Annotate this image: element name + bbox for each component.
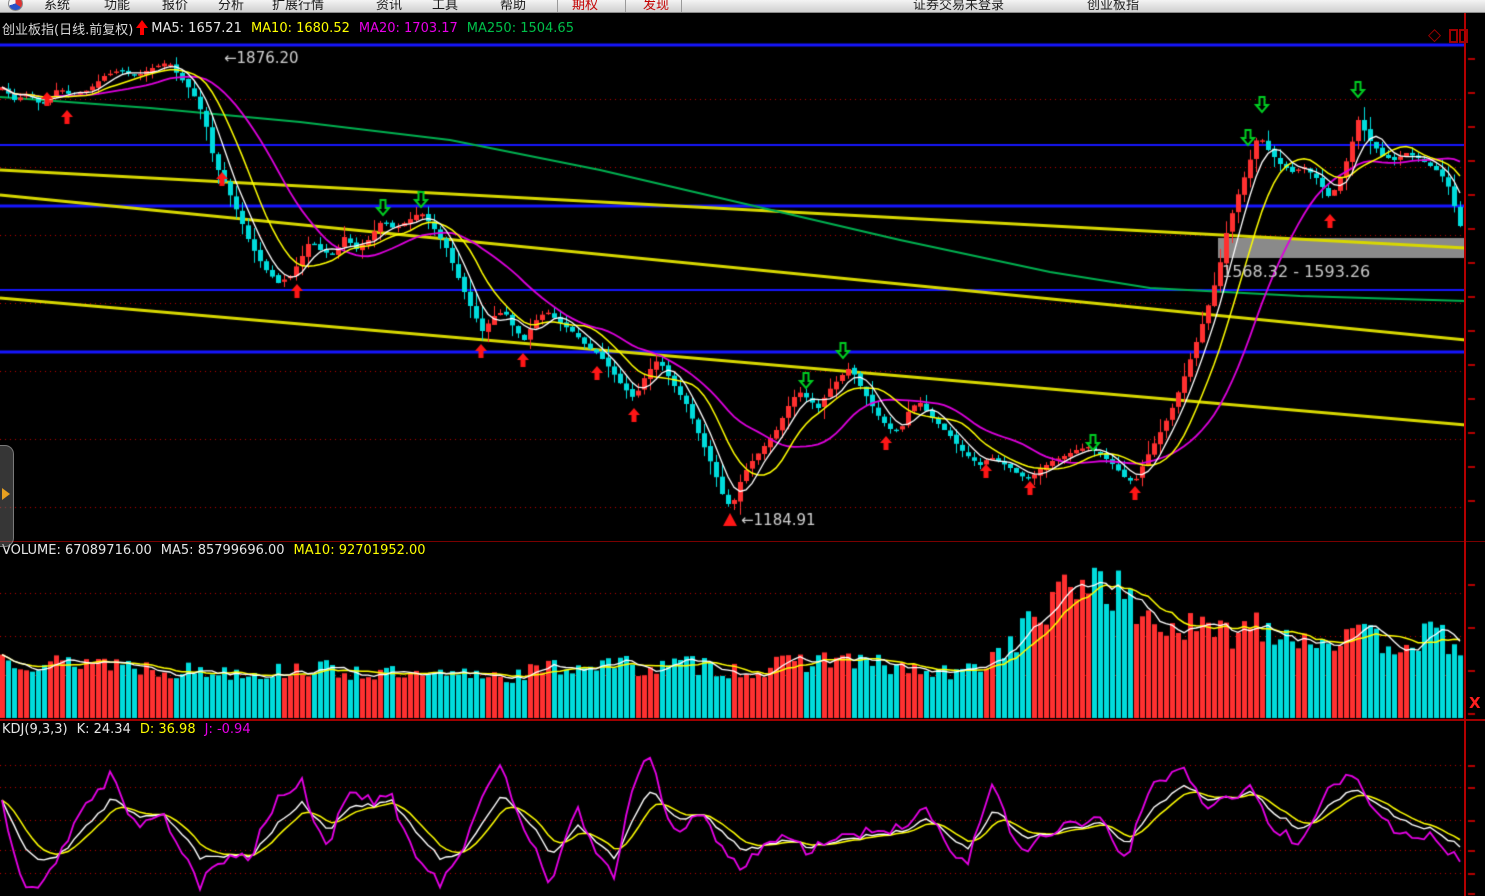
volume-panel: VOLUME: 67089716.00 MA5: 85799696.00 MA1… <box>0 541 1466 719</box>
menu-separator <box>625 0 626 13</box>
menu-item-extended-quotes[interactable]: 扩展行情 <box>272 0 324 13</box>
volume-canvas[interactable] <box>0 541 1466 719</box>
chart-corner-controls: ◇ <box>1428 27 1468 44</box>
main-chart-header: 创业板指(日线.前复权) MA5: 1657.21 MA10: 1680.52 … <box>2 18 574 38</box>
menu-item-options[interactable]: 期权 <box>572 0 598 13</box>
expand-arrow-icon <box>2 488 10 500</box>
kdj-canvas[interactable] <box>0 740 1466 896</box>
indicator-ma10: MA10: 1680.52 <box>251 21 350 36</box>
volume-ma5: MA5: 85799696.00 <box>161 543 285 558</box>
left-flyout-handle[interactable] <box>0 445 14 547</box>
menu-item-function[interactable]: 功能 <box>104 0 130 13</box>
volume-header: VOLUME: 67089716.00 MA5: 85799696.00 MA1… <box>2 543 426 558</box>
kdj-label: KDJ(9,3,3) <box>2 722 68 737</box>
menu-separator <box>681 0 682 13</box>
menu-item-help[interactable]: 帮助 <box>500 0 526 13</box>
volume-bottom-border <box>0 719 1485 721</box>
indicator-ma5: MA5: 1657.21 <box>151 21 242 36</box>
status-login-state[interactable]: 证券交易未登录 <box>913 0 1004 13</box>
menu-item-discover[interactable]: 发现 <box>643 0 669 13</box>
kdj-d-value: D: 36.98 <box>140 722 196 737</box>
volume-ma10: MA10: 92701952.00 <box>294 543 426 558</box>
chart-title: 创业板指(日线.前复权) <box>2 19 133 38</box>
menu-item-analysis[interactable]: 分析 <box>218 0 244 13</box>
menu-separator <box>557 0 558 13</box>
trading-app-window: 系统 功能 报价 分析 扩展行情 资讯 工具 帮助 期权 发现 证券交易未登录 … <box>0 0 1485 896</box>
status-index-name: 创业板指 <box>1087 0 1139 13</box>
volume-value: VOLUME: 67089716.00 <box>2 543 152 558</box>
menu-item-tools[interactable]: 工具 <box>432 0 458 13</box>
indicator-ma20: MA20: 1703.17 <box>359 21 458 36</box>
diamond-icon[interactable]: ◇ <box>1428 27 1441 44</box>
kdj-k-value: K: 24.34 <box>77 722 131 737</box>
main-chart-canvas[interactable] <box>0 40 1466 541</box>
pane-close-x-button[interactable]: X <box>1469 694 1481 712</box>
split-window-icon[interactable] <box>1449 29 1468 43</box>
indicator-ma250: MA250: 1504.65 <box>467 21 574 36</box>
menu-item-news[interactable]: 资讯 <box>376 0 402 13</box>
kdj-header: KDJ(9,3,3) K: 24.34 D: 36.98 J: -0.94 <box>2 722 251 737</box>
right-axis-ticks <box>1466 13 1485 896</box>
main-chart-panel: 创业板指(日线.前复权) MA5: 1657.21 MA10: 1680.52 … <box>0 13 1466 541</box>
kdj-j-value: J: -0.94 <box>205 722 251 737</box>
menu-item-quotes[interactable]: 报价 <box>162 0 188 13</box>
menu-item-system[interactable]: 系统 <box>44 0 70 13</box>
app-logo-icon[interactable] <box>8 0 23 11</box>
menu-bar: 系统 功能 报价 分析 扩展行情 资讯 工具 帮助 期权 发现 证券交易未登录 … <box>0 0 1485 13</box>
